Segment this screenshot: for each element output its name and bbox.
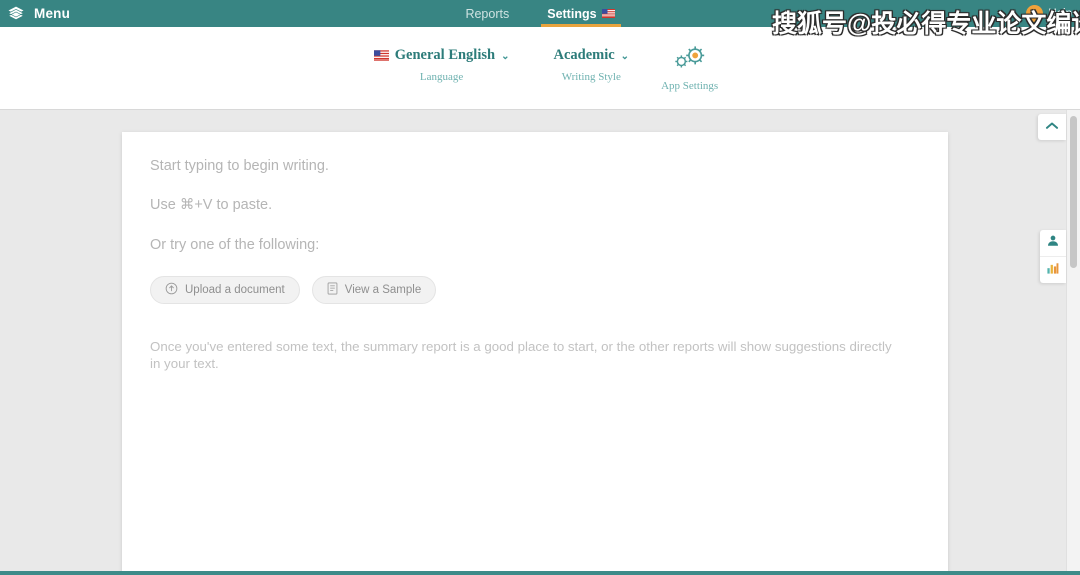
placeholder-line-3: Or try one of the following: [150,236,320,253]
tab-settings-label: Settings [547,6,597,21]
placeholder-line-2: Use ⌘+V to paste. [150,197,273,214]
chevron-down-icon: ⌄ [501,51,510,62]
us-flag-icon [373,50,389,61]
help-group[interactable]: Help [1026,0,1072,27]
chevron-up-icon [1045,118,1059,136]
view-sample-label: View a Sample [344,284,422,297]
app-settings-caption: App Settings [661,80,719,92]
tab-reports[interactable]: Reports [463,0,511,27]
help-label[interactable]: Help [1048,8,1072,20]
upload-circle-icon [165,282,178,298]
document-icon [327,282,338,298]
scrollbar-thumb[interactable] [1070,116,1077,268]
tab-settings[interactable]: Settings [541,0,621,27]
collapse-panel-button[interactable] [1038,114,1066,140]
top-nav-items: Reports Settings [0,0,1080,27]
us-flag-icon [601,9,615,18]
upload-document-label: Upload a document [185,284,285,297]
language-selector-caption: Language [419,71,464,83]
help-circle-icon [1026,5,1044,22]
summary-report-button[interactable] [1040,256,1066,283]
person-report-button[interactable] [1040,230,1066,256]
vertical-scrollbar[interactable] [1066,110,1080,571]
language-selector-value-row: General English ⌄ [373,47,510,64]
writing-style-value-row: Academic ⌄ [553,47,629,64]
app-settings-button[interactable]: App Settings [651,45,728,92]
language-selector-value: General English [394,47,496,63]
starter-actions: Upload a document View a Sample [150,276,920,305]
chevron-down-icon: ⌄ [620,51,630,62]
gears-icon [671,45,709,76]
placeholder-line-1: Start typing to begin writing. [150,158,329,174]
tab-reports-label: Reports [465,6,510,21]
editor-hint-text: Once you've entered some text, the summa… [150,339,892,372]
upload-document-button[interactable]: Upload a document [150,276,300,305]
writing-style-caption: Writing Style [561,71,621,83]
app-root: Menu Reports Settings Help 搜狐号@投必得专业论文编译… [0,0,1080,575]
view-sample-button[interactable]: View a Sample [311,276,437,305]
right-tool-panel [1040,230,1066,283]
writing-style-selector[interactable]: Academic ⌄ Writing Style [531,47,651,83]
bottom-accent-strip [0,571,1080,575]
top-navigation-bar: Menu Reports Settings Help [0,0,1080,27]
language-selector[interactable]: General English ⌄ Language [352,47,532,83]
editor-work-area: Start typing to begin writing. Use ⌘+V t… [0,110,1080,575]
writing-style-value: Academic [553,47,615,63]
settings-toolbar: General English ⌄ Language Academic ⌄ Wr… [0,27,1080,110]
bar-chart-icon [1046,261,1060,280]
document-page[interactable]: Start typing to begin writing. Use ⌘+V t… [122,132,948,575]
person-icon [1046,234,1060,253]
